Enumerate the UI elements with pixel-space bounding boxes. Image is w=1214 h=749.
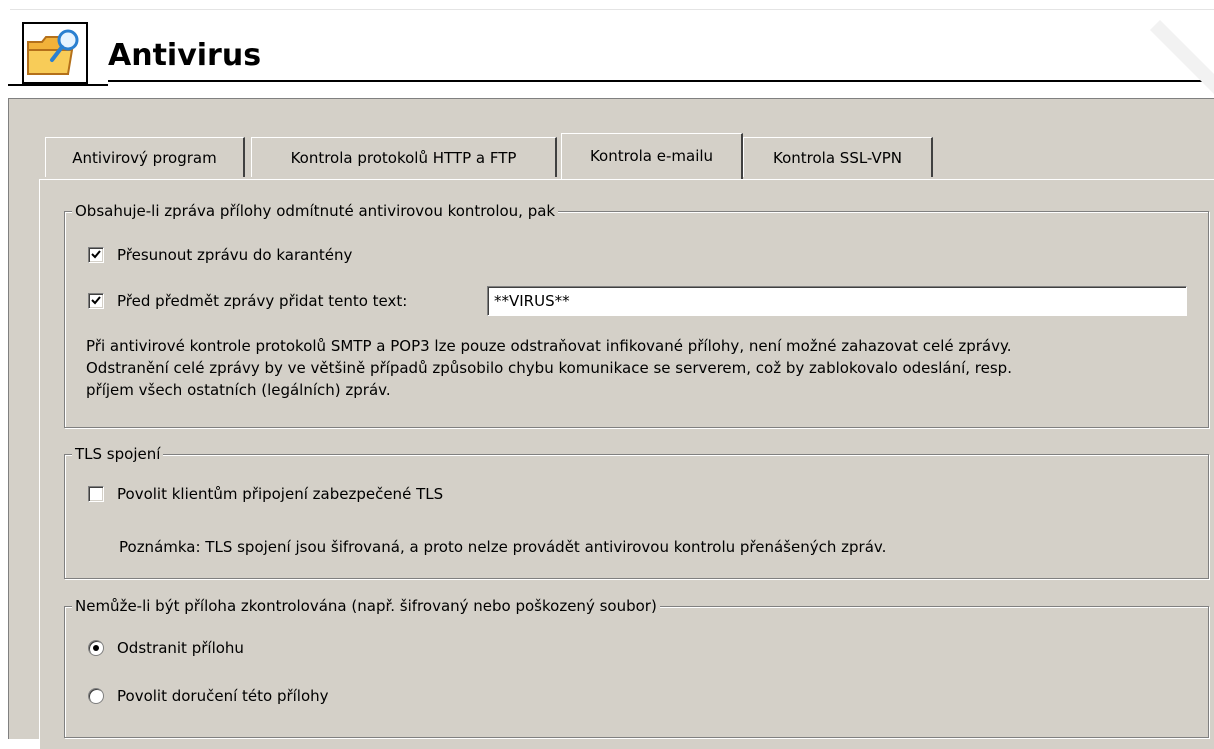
icon-underline — [8, 84, 108, 86]
radio-selected-dot — [93, 645, 99, 651]
tab-ssl-vpn-scan[interactable]: Kontrola SSL-VPN — [743, 137, 933, 177]
remove-attachment-radio[interactable] — [88, 640, 104, 656]
allow-tls-label[interactable]: Povolit klientům připojení zabezpečené T… — [117, 484, 443, 504]
page-corner-decoration — [1150, 20, 1214, 94]
allow-delivery-radio[interactable] — [88, 688, 104, 704]
checkmark-icon — [91, 250, 101, 259]
tls-note: Poznámka: TLS spojení jsou šifrovaná, a … — [119, 538, 887, 556]
tls-connection-group: TLS spojení Povolit klientům připojení z… — [64, 445, 1209, 579]
tab-http-ftp-scan[interactable]: Kontrola protokolů HTTP a FTP — [251, 137, 557, 177]
tab-email-scan[interactable]: Kontrola e-mailu — [561, 133, 743, 179]
infected-note-line-1: Při antivirové kontrole protokolů SMTP a… — [86, 337, 1012, 355]
folder-search-icon — [22, 22, 88, 84]
infected-note-line-3: příjem všech ostatních (legálních) zpráv… — [86, 381, 391, 399]
tls-group-legend: TLS spojení — [72, 445, 164, 463]
top-divider — [10, 9, 1214, 10]
tab-antivirus-program[interactable]: Antivirový program — [45, 137, 245, 177]
unscannable-group-legend: Nemůže-li být příloha zkontrolována (nap… — [72, 597, 660, 615]
remove-attachment-label[interactable]: Odstranit přílohu — [117, 638, 244, 658]
infected-group-legend: Obsahuje-li zpráva přílohy odmítnuté ant… — [72, 202, 559, 220]
subject-prefix-input[interactable] — [487, 286, 1187, 316]
infected-attachment-group: Obsahuje-li zpráva přílohy odmítnuté ant… — [64, 202, 1209, 428]
checkmark-icon — [91, 296, 101, 305]
quarantine-label[interactable]: Přesunout zprávu do karantény — [117, 245, 352, 265]
page-title: Antivirus — [108, 38, 262, 73]
infected-note-line-2: Odstranění celé zprávy by ve většině pří… — [86, 359, 1012, 377]
allow-tls-checkbox[interactable] — [88, 486, 104, 502]
title-underline — [108, 80, 1214, 82]
prefix-subject-checkbox[interactable] — [88, 293, 104, 309]
unscannable-attachment-group: Nemůže-li být příloha zkontrolována (nap… — [64, 597, 1209, 738]
prefix-subject-label[interactable]: Před předmět zprávy přidat tento text: — [117, 291, 407, 311]
page-header: Antivirus — [0, 0, 1214, 100]
quarantine-checkbox[interactable] — [88, 247, 104, 263]
allow-delivery-label[interactable]: Povolit doručení této přílohy — [117, 686, 329, 706]
